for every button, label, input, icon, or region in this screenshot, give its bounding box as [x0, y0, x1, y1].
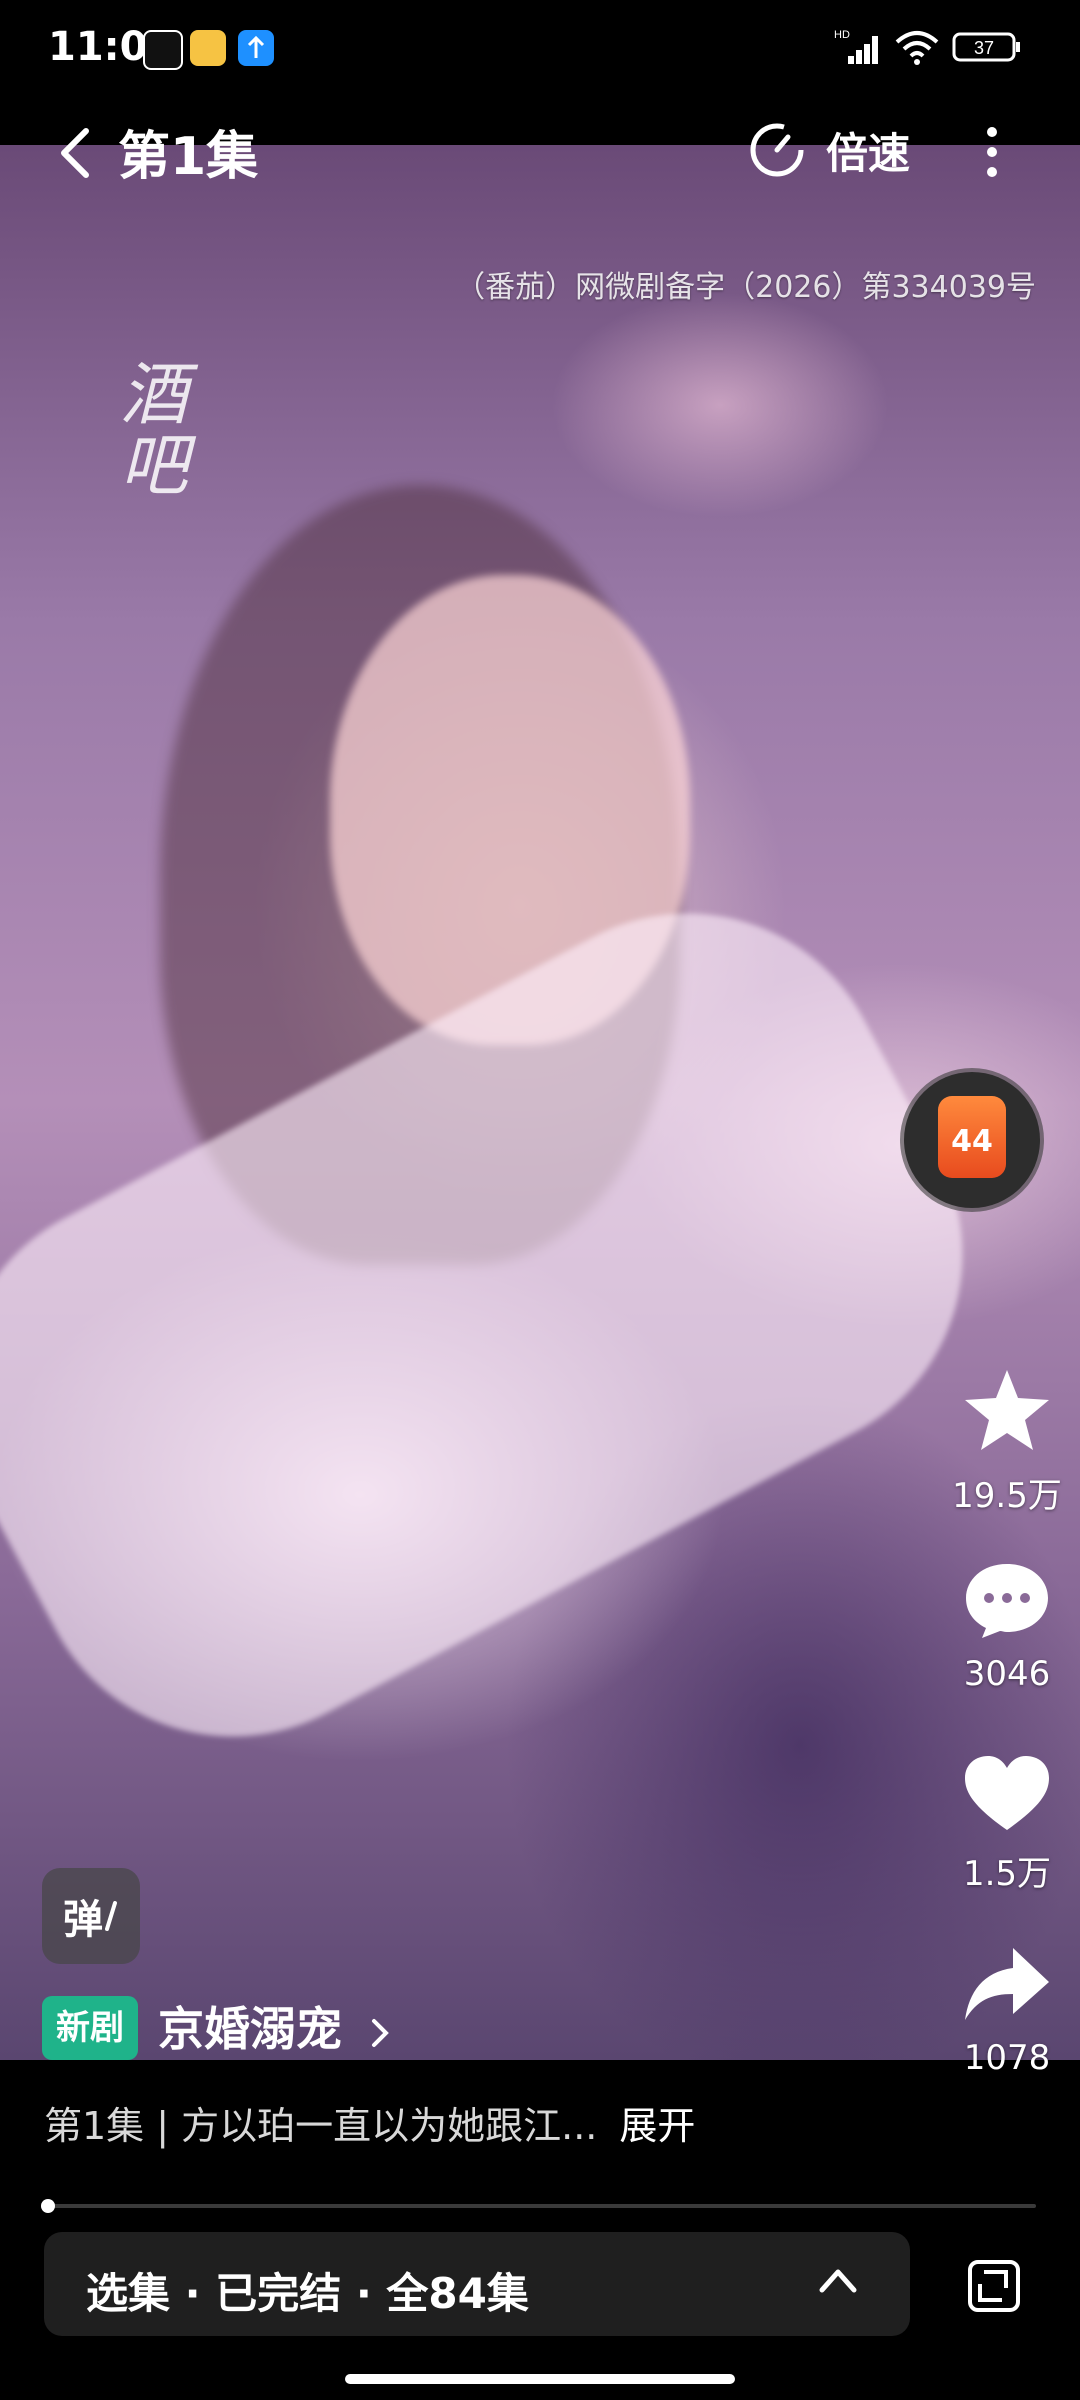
status-bar: 11:00 HD 37	[0, 0, 1080, 96]
favorite-count: 19.5万	[952, 1476, 1062, 1516]
playback-progress[interactable]	[40, 2199, 1036, 2213]
more-options-icon[interactable]	[980, 124, 1004, 184]
fullscreen-icon[interactable]	[966, 2258, 1022, 2318]
tiktok-app-icon	[143, 30, 183, 70]
description-text: 第1集 | 方以珀一直以为她跟江...	[44, 2104, 598, 2148]
share-button[interactable]: 1078	[952, 1944, 1062, 2078]
signal-icon: HD	[834, 28, 884, 72]
danmu-label: 弹	[63, 1897, 103, 1943]
drama-title-link[interactable]: 京婚溺宠	[158, 1993, 392, 2059]
like-count: 1.5万	[962, 1854, 1052, 1894]
video-figure-sleeve	[0, 843, 1033, 1807]
episode-selector-text: 选集 · 已完结 · 全84集	[86, 2269, 529, 2318]
license-number: （番茄）网微剧备字（2026）第334039号	[455, 270, 1036, 305]
danmu-toggle-button[interactable]: 弹	[42, 1868, 140, 1964]
drama-title: 京婚溺宠	[158, 2002, 342, 2056]
playback-speed-button[interactable]: 倍速	[826, 120, 910, 181]
comment-button[interactable]: 3046	[952, 1560, 1062, 1694]
red-packet-reward[interactable]: 44	[904, 1072, 1040, 1208]
chevron-right-icon	[372, 2018, 389, 2047]
comment-count: 3046	[963, 1654, 1051, 1694]
comment-icon	[966, 1564, 1048, 1638]
favorite-button[interactable]: 19.5万	[952, 1366, 1062, 1517]
back-icon[interactable]	[56, 125, 96, 185]
upload-app-icon	[238, 30, 274, 66]
battery-icon: 37	[952, 30, 1022, 68]
playback-speed-icon[interactable]	[748, 121, 806, 183]
chevron-up-icon	[818, 2266, 858, 2298]
like-button[interactable]: 1.5万	[952, 1754, 1062, 1895]
expand-button[interactable]: 展开	[619, 2104, 695, 2148]
battery-level: 37	[974, 38, 994, 58]
red-packet-icon: 44	[938, 1096, 1006, 1178]
watermark-line2: 吧	[120, 427, 189, 507]
wifi-icon	[894, 28, 940, 72]
share-count: 1078	[963, 2038, 1051, 2078]
scene-watermark: 酒 吧	[120, 360, 188, 503]
new-drama-badge: 新剧	[42, 1996, 138, 2060]
share-icon	[965, 1948, 1049, 2020]
home-indicator[interactable]	[345, 2374, 735, 2384]
progress-handle[interactable]	[40, 2199, 55, 2213]
network-label: HD	[834, 29, 850, 41]
watermark-line1: 酒	[120, 356, 189, 435]
star-icon	[965, 1370, 1049, 1450]
weibo-app-icon	[190, 30, 226, 66]
pen-icon	[105, 1901, 117, 1931]
episode-selector-bar[interactable]: 选集 · 已完结 · 全84集	[44, 2232, 910, 2336]
heart-icon	[965, 1756, 1049, 1830]
red-packet-number: 44	[951, 1124, 993, 1159]
episode-title: 第1集	[118, 127, 259, 187]
episode-description: 第1集 | 方以珀一直以为她跟江... 展开	[44, 2095, 695, 2150]
